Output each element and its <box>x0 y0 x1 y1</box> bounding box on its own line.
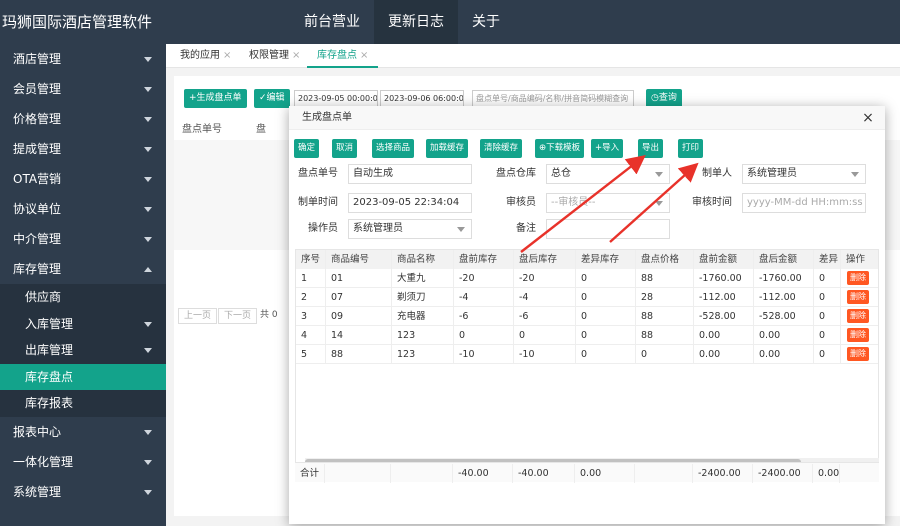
arrow-to-print <box>609 162 699 243</box>
arrow-to-export <box>520 155 646 253</box>
annotation-arrows <box>520 155 699 253</box>
